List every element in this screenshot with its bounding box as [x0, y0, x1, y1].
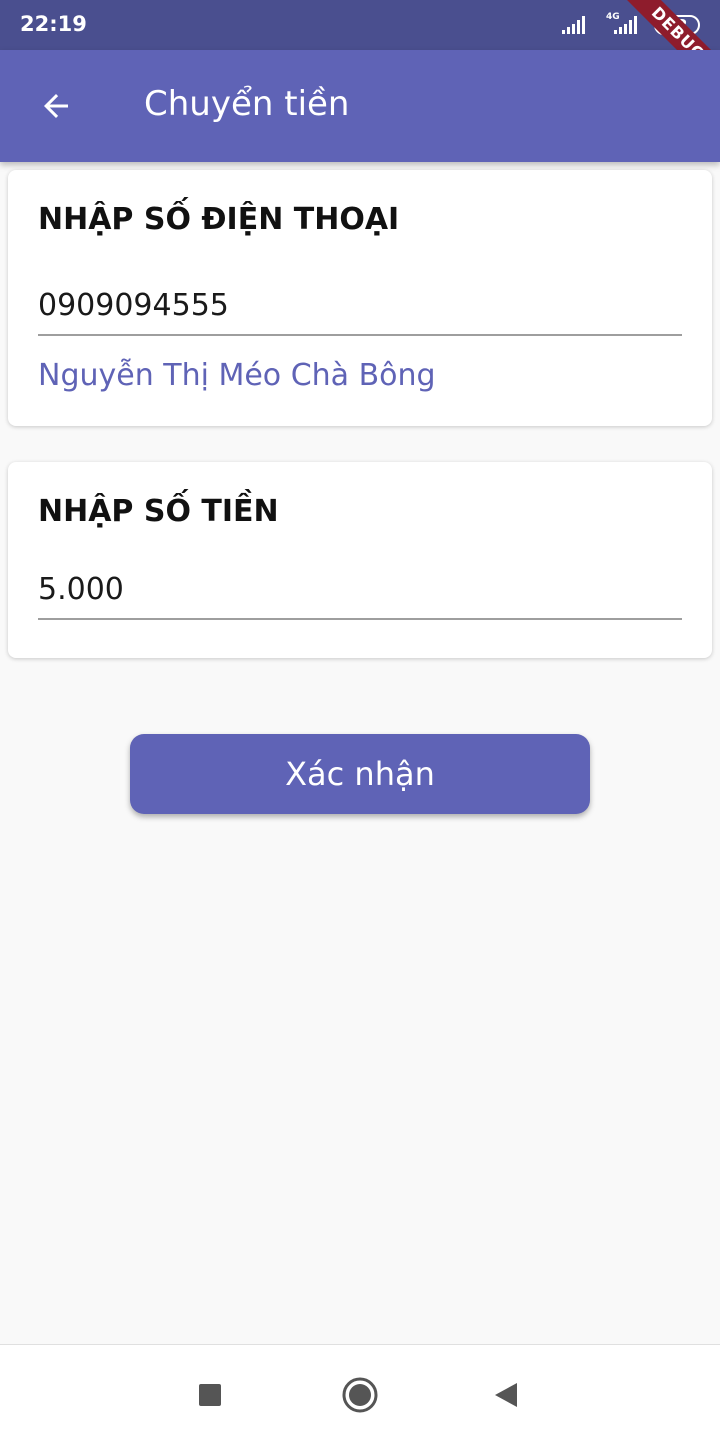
status-time: 22:19	[20, 12, 87, 36]
amount-card: NHẬP SỐ TIỀN	[8, 462, 712, 658]
cellular-signal-icon	[562, 16, 590, 34]
phone-input[interactable]	[38, 276, 682, 336]
back-button[interactable]	[28, 78, 84, 134]
status-bar: 22:19 4G 62 DEBUG	[0, 0, 720, 100]
page-title: Chuyển tiền	[144, 84, 350, 124]
recents-button[interactable]	[190, 1375, 230, 1415]
arrow-left-icon	[44, 94, 68, 118]
cellular-signal-icon	[614, 16, 642, 34]
triangle-back-icon	[495, 1383, 517, 1407]
transfer-screen: 22:19 4G 62 DEBUG	[0, 0, 720, 1440]
phone-label: NHẬP SỐ ĐIỆN THOẠI	[38, 202, 400, 237]
confirm-button[interactable]: Xác nhận	[130, 734, 590, 814]
home-button[interactable]	[340, 1375, 380, 1415]
amount-input[interactable]	[38, 560, 682, 620]
back-nav-button[interactable]	[486, 1375, 526, 1415]
recipient-name: Nguyễn Thị Méo Chà Bông	[38, 358, 436, 393]
app-bar: Chuyển tiền	[0, 50, 720, 162]
square-recents-icon	[199, 1384, 221, 1406]
amount-label: NHẬP SỐ TIỀN	[38, 494, 279, 529]
phone-card: NHẬP SỐ ĐIỆN THOẠI Nguyễn Thị Méo Chà Bô…	[8, 170, 712, 426]
system-navigation-bar	[0, 1344, 720, 1440]
circle-home-icon	[342, 1377, 378, 1413]
